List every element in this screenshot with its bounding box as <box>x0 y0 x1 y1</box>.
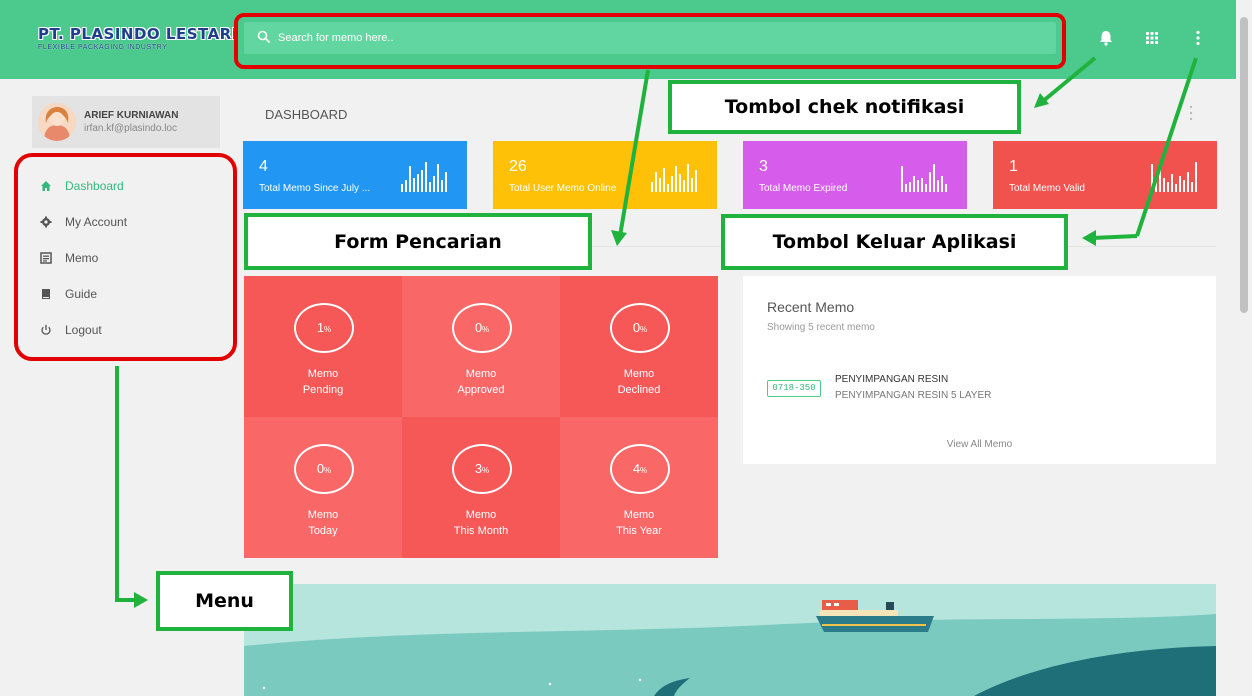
scrollbar-thumb[interactable] <box>1240 17 1248 313</box>
stat-value: 26 <box>509 158 527 175</box>
annotation-menu: Menu <box>156 571 293 631</box>
progress-value: 0 <box>316 461 325 476</box>
stat-card-user-online[interactable]: 26 Total User Memo Online <box>493 141 717 209</box>
stat-label: Total Memo Expired <box>759 183 848 194</box>
sparkline-icon <box>1151 162 1197 192</box>
progress-label-line1: Memo <box>307 368 339 380</box>
stat-value: 3 <box>759 158 768 175</box>
progress-label-line2: Today <box>308 525 338 537</box>
progress-ring: 4% <box>610 444 670 494</box>
stat-card-memo-valid[interactable]: 1 Total Memo Valid <box>993 141 1217 209</box>
memo-progress-grid: 1% Memo Pending 0% Memo Approved 0% Memo… <box>244 276 718 558</box>
recent-memo-panel: Recent Memo Showing 5 recent memo 0718-3… <box>743 276 1216 464</box>
annotation-logout: Tombol Keluar Aplikasi <box>721 214 1068 270</box>
progress-label-line2: Approved <box>457 384 505 396</box>
stat-value: 1 <box>1009 158 1018 175</box>
progress-value: 0 <box>474 320 483 335</box>
progress-cell[interactable]: 1% Memo Pending <box>244 276 402 417</box>
progress-label-line1: Memo <box>465 509 497 521</box>
progress-cell[interactable]: 0% Memo Approved <box>402 276 560 417</box>
brand-logo[interactable]: PT. PLASINDO LESTARI FLEXIBLE PACKAGING … <box>38 25 238 51</box>
view-all-memo-link[interactable]: View All Memo <box>743 439 1216 450</box>
bell-icon[interactable] <box>1097 29 1115 47</box>
stat-card-memo-expired[interactable]: 3 Total Memo Expired <box>743 141 967 209</box>
progress-label-line1: Memo <box>465 368 497 380</box>
progress-unit: % <box>640 466 648 475</box>
brand-title: PT. PLASINDO LESTARI <box>38 25 238 43</box>
recent-memo-title: Recent Memo <box>767 299 855 315</box>
progress-label-line1: Memo <box>307 509 339 521</box>
user-email: irfan.kf@plasindo.loc <box>84 123 177 134</box>
annotation-notification: Tombol chek notifikasi <box>668 80 1021 134</box>
user-card[interactable]: ARIEF KURNIAWAN irfan.kf@plasindo.loc <box>32 96 220 148</box>
stat-card-total-memo[interactable]: 4 Total Memo Since July ... <box>243 141 467 209</box>
more-vert-icon[interactable] <box>1188 104 1194 122</box>
progress-label-line1: Memo <box>623 509 655 521</box>
page-scrollbar[interactable] <box>1236 0 1252 696</box>
progress-cell[interactable]: 4% Memo This Year <box>560 417 718 558</box>
memo-code-badge[interactable]: 0718-350 <box>767 380 821 397</box>
progress-label-line2: Pending <box>302 384 344 396</box>
progress-cell[interactable]: 0% Memo Today <box>244 417 402 558</box>
progress-cell[interactable]: 3% Memo This Month <box>402 417 560 558</box>
progress-ring: 0% <box>452 303 512 353</box>
more-vert-icon[interactable] <box>1189 29 1207 47</box>
stat-value: 4 <box>259 158 268 175</box>
memo-description: PENYIMPANGAN RESIN 5 LAYER <box>835 390 992 401</box>
progress-cell[interactable]: 0% Memo Declined <box>560 276 718 417</box>
progress-ring: 1% <box>294 303 354 353</box>
sparkline-icon <box>401 162 447 192</box>
progress-label-line1: Memo <box>623 368 655 380</box>
recent-memo-subtitle: Showing 5 recent memo <box>767 322 875 333</box>
progress-label-line2: Declined <box>617 384 661 396</box>
apps-grid-icon[interactable] <box>1143 29 1161 47</box>
progress-label-line2: This Month <box>453 525 509 537</box>
progress-label-line2: This Year <box>616 525 662 537</box>
menu-highlight-frame <box>14 153 237 361</box>
brand-subtitle: FLEXIBLE PACKAGING INDUSTRY <box>38 44 168 51</box>
sparkline-icon <box>901 164 947 192</box>
progress-value: 0 <box>632 320 641 335</box>
progress-unit: % <box>324 325 332 334</box>
progress-ring: 0% <box>294 444 354 494</box>
progress-unit: % <box>482 325 490 334</box>
stat-label: Total Memo Since July ... <box>259 183 371 194</box>
progress-ring: 3% <box>452 444 512 494</box>
progress-unit: % <box>482 466 490 475</box>
progress-unit: % <box>640 325 648 334</box>
progress-value: 4 <box>632 461 641 476</box>
progress-ring: 0% <box>610 303 670 353</box>
annotation-search: Form Pencarian <box>244 213 592 270</box>
search-highlight-frame <box>234 13 1066 69</box>
illustration-banner <box>244 584 1216 696</box>
memo-title[interactable]: PENYIMPANGAN RESIN <box>835 374 948 385</box>
sea-illustration <box>244 584 1216 696</box>
progress-unit: % <box>324 466 332 475</box>
sparkline-icon <box>651 164 697 192</box>
page-title: DASHBOARD <box>265 107 348 122</box>
user-name: ARIEF KURNIAWAN <box>84 110 179 121</box>
progress-value: 3 <box>474 461 483 476</box>
avatar <box>38 103 76 141</box>
stat-label: Total User Memo Online <box>509 183 617 194</box>
avatar-illustration <box>38 103 76 141</box>
stat-label: Total Memo Valid <box>1009 183 1085 194</box>
progress-value: 1 <box>316 320 325 335</box>
